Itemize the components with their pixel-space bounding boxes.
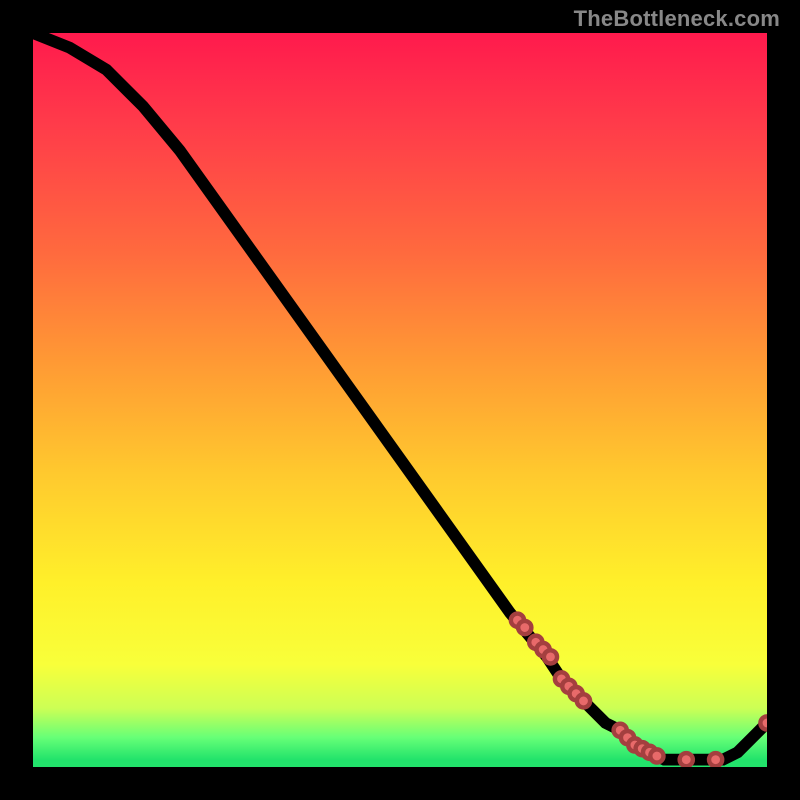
curve-line bbox=[33, 33, 767, 760]
plot-area bbox=[33, 33, 767, 767]
data-point-marker bbox=[650, 749, 663, 762]
data-point-marker bbox=[518, 621, 531, 634]
watermark-label: TheBottleneck.com bbox=[574, 6, 780, 32]
data-point-marker bbox=[709, 753, 722, 766]
data-point-marker bbox=[680, 753, 693, 766]
chart-stage: TheBottleneck.com bbox=[0, 0, 800, 800]
data-point-marker bbox=[760, 716, 767, 729]
data-point-marker bbox=[544, 650, 557, 663]
markers-group bbox=[511, 614, 767, 767]
data-point-marker bbox=[577, 694, 590, 707]
chart-svg bbox=[33, 33, 767, 767]
